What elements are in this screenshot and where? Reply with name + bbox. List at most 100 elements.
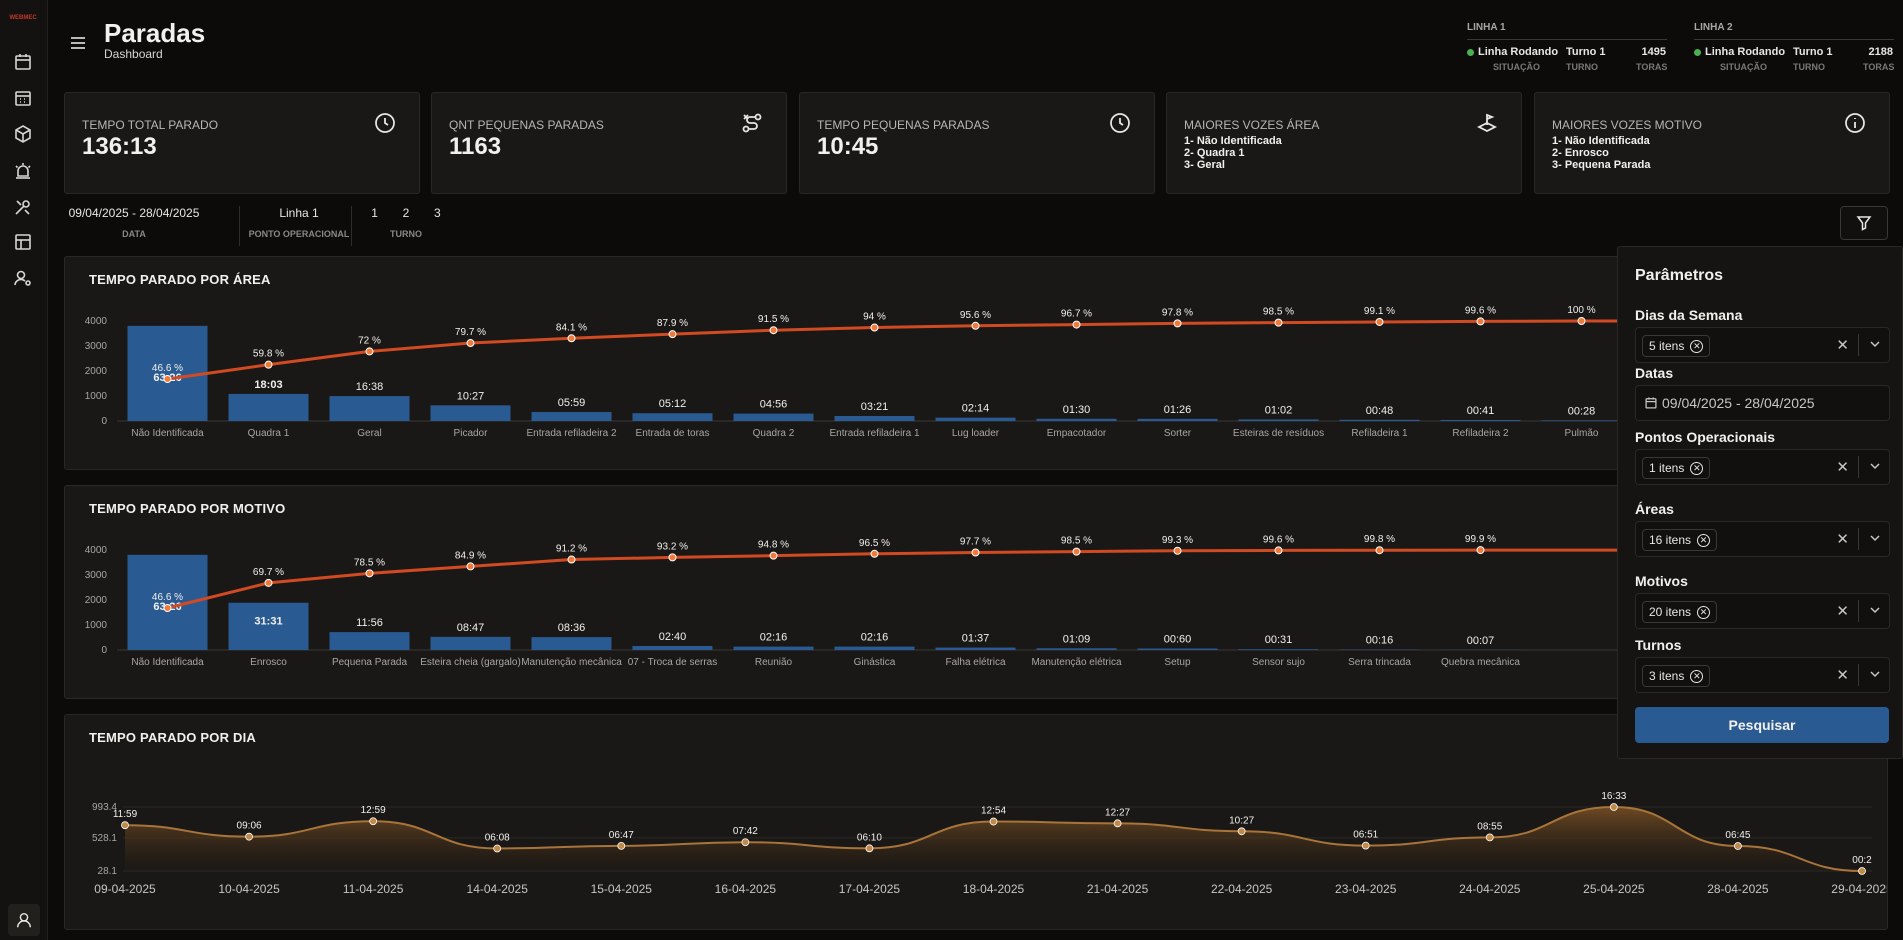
- shifts-select[interactable]: 3 itens ✕ ✕: [1635, 657, 1890, 693]
- clear-icon[interactable]: ✕: [1836, 458, 1849, 476]
- y-tick-label: 4000: [85, 545, 108, 556]
- bar-label: 04:56: [760, 399, 788, 411]
- points-select[interactable]: 1 itens ✕ ✕: [1635, 449, 1890, 485]
- bar: [1238, 649, 1319, 650]
- bar: [1137, 648, 1218, 650]
- chevron-down-icon[interactable]: [1869, 668, 1881, 680]
- page-subtitle: Dashboard: [104, 47, 163, 61]
- bar-label: 08:36: [558, 622, 586, 634]
- bar: [834, 646, 915, 650]
- kpi-value: 136:13: [82, 133, 157, 160]
- clock-icon: [373, 111, 397, 135]
- bar: [228, 393, 309, 421]
- pct-label: 79.7 %: [455, 327, 486, 338]
- remove-chip-icon[interactable]: ✕: [1690, 339, 1704, 353]
- calendar-icon[interactable]: [13, 52, 33, 72]
- bar-label: 02:40: [659, 631, 687, 643]
- y-tick-label: 1000: [85, 391, 108, 402]
- selection-chip: 16 itens ✕: [1642, 529, 1718, 551]
- cumulative-point: [1072, 547, 1081, 556]
- cumulative-point: [1274, 546, 1283, 555]
- data-point: [865, 844, 874, 853]
- chevron-down-icon[interactable]: [1869, 604, 1881, 616]
- user-settings-icon[interactable]: [13, 268, 33, 288]
- clear-icon[interactable]: ✕: [1836, 602, 1849, 620]
- chevron-down-icon[interactable]: [1869, 338, 1881, 350]
- line-logs: 2188: [1868, 46, 1893, 58]
- search-button[interactable]: Pesquisar: [1635, 707, 1889, 743]
- kpi-list-item: 2- Enrosco: [1552, 147, 1609, 159]
- x-tick-label: Enrosco: [250, 657, 287, 668]
- bar-chart-area: 0100020003000400063:26Não Identificada18…: [85, 305, 1623, 439]
- cumulative-point: [971, 321, 980, 330]
- clear-icon[interactable]: ✕: [1836, 336, 1849, 354]
- cumulative-point: [870, 549, 879, 558]
- filter-icon: [1856, 216, 1872, 231]
- data-point: [1485, 833, 1494, 842]
- weekdays-select[interactable]: 5 itens ✕ ✕: [1635, 327, 1890, 363]
- bar-label: 05:59: [558, 397, 586, 409]
- cumulative-point: [1375, 317, 1384, 326]
- kpi-top-areas: MAIORES VOZES ÁREA 1- Não Identificada 2…: [1166, 92, 1522, 194]
- x-tick-label: Esteira cheia (gargalo): [420, 657, 521, 668]
- cumulative-point: [365, 347, 374, 356]
- kpi-small-stops-time: TEMPO PEQUENAS PARADAS 10:45: [799, 92, 1155, 194]
- user-avatar-button[interactable]: [8, 904, 40, 936]
- param-points: Pontos Operacionais 1 itens ✕ ✕: [1635, 429, 1890, 485]
- bar: [1339, 419, 1420, 421]
- data-point: [121, 821, 129, 830]
- bar-label: 00:31: [1265, 634, 1293, 646]
- bar: [632, 646, 713, 650]
- data-point: [989, 817, 998, 826]
- filter-button[interactable]: [1840, 206, 1888, 240]
- area-fill: [125, 807, 1862, 872]
- line-name: LINHA 1: [1467, 22, 1506, 33]
- x-tick-label: 28-04-2025: [1707, 882, 1769, 896]
- table-icon[interactable]: [13, 232, 33, 252]
- map-pin-icon: [1475, 111, 1499, 135]
- cumulative-point: [971, 548, 980, 557]
- menu-icon[interactable]: [70, 36, 86, 50]
- param-weekdays: Dias da Semana 5 itens ✕ ✕: [1635, 307, 1890, 363]
- calendar-days-icon[interactable]: [13, 88, 33, 108]
- bar: [430, 405, 511, 421]
- data-point: [1237, 827, 1246, 836]
- bar: [1238, 419, 1319, 421]
- bar-label: 08:47: [457, 622, 485, 634]
- remove-chip-icon[interactable]: ✕: [1697, 533, 1711, 547]
- kpi-list-item: 1- Não Identificada: [1552, 135, 1650, 147]
- areas-select[interactable]: 16 itens ✕ ✕: [1635, 521, 1890, 557]
- alarm-icon[interactable]: [13, 161, 33, 181]
- shift-label: TURNO: [1566, 62, 1598, 72]
- cumulative-point: [466, 562, 475, 571]
- remove-chip-icon[interactable]: ✕: [1690, 669, 1704, 683]
- x-tick-label: Refiladeira 1: [1351, 428, 1408, 439]
- line-status-2: LINHA 2 Linha Rodando Turno 1 2188 SITUA…: [1694, 22, 1894, 72]
- bar-label: 00:28: [1568, 405, 1596, 417]
- shift-value: 1: [371, 206, 378, 220]
- remove-chip-icon[interactable]: ✕: [1697, 605, 1711, 619]
- date-range-input[interactable]: 09/04/2025 - 28/04/2025: [1635, 385, 1890, 421]
- data-point: [245, 832, 253, 841]
- situation-label: SITUAÇÃO: [1493, 62, 1540, 72]
- bar: [834, 415, 915, 421]
- situation-label: SITUAÇÃO: [1720, 62, 1767, 72]
- x-tick-label: Empacotador: [1047, 428, 1107, 439]
- clear-icon[interactable]: ✕: [1836, 666, 1849, 684]
- reasons-select[interactable]: 20 itens ✕ ✕: [1635, 593, 1890, 629]
- x-tick-label: Pulmão: [1565, 428, 1599, 439]
- kpi-list-item: 1- Não Identificada: [1184, 135, 1282, 147]
- clear-icon[interactable]: ✕: [1836, 530, 1849, 548]
- cumulative-point: [1375, 546, 1384, 555]
- chevron-down-icon[interactable]: [1869, 460, 1881, 472]
- clock-icon: [1108, 111, 1132, 135]
- pct-label: 98.5 %: [1263, 307, 1294, 318]
- remove-chip-icon[interactable]: ✕: [1690, 461, 1704, 475]
- x-tick-label: Sorter: [1164, 428, 1192, 439]
- chevron-down-icon[interactable]: [1869, 532, 1881, 544]
- param-label: Datas: [1635, 365, 1674, 381]
- box-icon[interactable]: [13, 124, 33, 144]
- bar-label: 01:30: [1063, 404, 1091, 416]
- tools-icon[interactable]: [13, 197, 33, 217]
- pct-label: 59.8 %: [253, 349, 284, 360]
